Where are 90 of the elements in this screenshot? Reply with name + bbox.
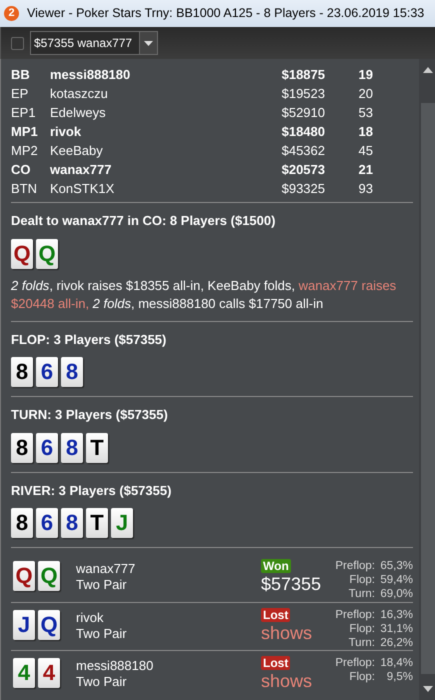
equity-label: Turn: — [348, 587, 375, 601]
player-stack: $18875 — [280, 66, 325, 84]
playing-card: 8 — [61, 508, 83, 538]
playing-card: Q — [38, 610, 60, 640]
hand-rank: Two Pair — [76, 674, 128, 690]
playing-card: Q — [36, 238, 58, 268]
scroll-down-icon[interactable] — [423, 686, 433, 692]
player-position: MP1 — [11, 122, 39, 141]
player-bb: 93 — [358, 180, 373, 198]
equity-value: 9,5% — [386, 670, 413, 684]
player-position: EP — [11, 84, 30, 103]
equity-label: Turn: — [348, 636, 375, 650]
playing-card: T — [86, 432, 108, 462]
street-title: Dealt to wanax777 in CO: 8 Players ($1500) — [11, 212, 276, 230]
playing-card: 4 — [13, 658, 35, 688]
player-position: CO — [11, 160, 32, 179]
street-title: RIVER: 3 Players ($57355) — [11, 482, 172, 500]
player-name: rivok — [50, 122, 82, 141]
playing-card: Q — [38, 561, 60, 591]
player-position: BTN — [11, 180, 38, 198]
playing-card: Q — [11, 238, 33, 268]
playing-card: Q — [13, 561, 35, 591]
playing-card: 8 — [11, 508, 33, 538]
app-badge: 2 — [4, 6, 19, 21]
equity-label: Flop: — [348, 622, 375, 636]
player-stack: $45362 — [280, 142, 325, 160]
result-badge: Won — [261, 559, 291, 573]
player-stack: $20573 — [280, 160, 325, 179]
player-bb: 53 — [358, 104, 373, 122]
equity-label: Flop: — [348, 573, 375, 587]
playing-card: 4 — [38, 658, 60, 688]
playing-card: 8 — [61, 432, 83, 462]
equity-label: Preflop: — [334, 559, 375, 573]
playing-card: T — [86, 508, 108, 538]
player-name: rivok — [76, 610, 104, 626]
player-name: KonSTK1X — [50, 180, 116, 198]
result-amount: shows — [261, 670, 312, 692]
result-amount: $57355 — [261, 573, 322, 595]
result-amount: shows — [261, 622, 312, 644]
equity-value: 31,1% — [379, 622, 413, 636]
playing-card: 8 — [11, 432, 33, 462]
hand-rank: Two Pair — [76, 626, 128, 642]
action-summary: 2 folds, rivok raises $18355 all-in, KeeBaby folds, wanax777 raises $20448 all-in, 2 folds, messi888180 calls $17750 all-in — [11, 276, 398, 312]
player-name: KeeBaby — [50, 142, 104, 160]
street-title: FLOP: 3 Players ($57355) — [11, 330, 168, 349]
equity-value: 69,0% — [379, 587, 413, 601]
player-name: wanax777 — [76, 561, 136, 577]
equity-value: 18,4% — [379, 656, 413, 670]
player-bb: 18 — [358, 122, 373, 141]
player-name: Edelweys — [50, 104, 107, 122]
player-position: EP1 — [11, 104, 37, 122]
playing-card: J — [13, 610, 35, 640]
player-name: messi888180 — [50, 66, 132, 84]
equity-label: Preflop: — [334, 656, 375, 670]
player-position: MP2 — [11, 142, 39, 160]
result-badge: Lost — [261, 608, 290, 622]
player-bb: 19 — [358, 66, 373, 84]
dropdown-caret-icon — [144, 40, 153, 46]
player-bb: 20 — [358, 84, 373, 103]
equity-value: 26,2% — [379, 636, 413, 650]
playing-card: 6 — [36, 508, 58, 538]
player-name: kotaszczu — [50, 84, 109, 103]
equity-value: 65,3% — [379, 559, 413, 573]
scrollbar[interactable] — [419, 59, 435, 700]
checkbox[interactable] — [11, 36, 24, 50]
playing-card: 8 — [11, 357, 33, 387]
equity-value: 16,3% — [379, 608, 413, 622]
player-bb: 45 — [358, 142, 373, 160]
equity-value: 59,4% — [379, 573, 413, 587]
hand-dropdown[interactable]: $57355 wanax777 — [30, 31, 158, 55]
playing-card: 8 — [61, 357, 83, 387]
equity-label: Flop: — [348, 670, 375, 684]
player-name: wanax777 — [50, 160, 112, 179]
equity-label: Preflop: — [334, 608, 375, 622]
scroll-up-icon[interactable] — [423, 67, 433, 73]
player-position: BB — [11, 66, 31, 84]
playing-card: 6 — [36, 357, 58, 387]
street-title: TURN: 3 Players ($57355) — [11, 406, 169, 424]
scroll-thumb[interactable] — [421, 103, 435, 674]
player-stack: $18480 — [280, 122, 325, 141]
window-title: Viewer - Poker Stars Trny: BB1000 A125 - 8 Players - 23.06.2019 15:33 — [27, 5, 424, 22]
player-name: messi888180 — [76, 658, 154, 674]
playing-card: 6 — [36, 432, 58, 462]
player-bb: 21 — [358, 160, 373, 179]
playing-card: J — [111, 508, 133, 538]
player-stack: $52910 — [280, 104, 325, 122]
player-stack: $93325 — [280, 180, 325, 198]
result-badge: Lost — [261, 656, 290, 670]
hand-rank: Two Pair — [76, 577, 128, 593]
player-stack: $19523 — [280, 84, 325, 103]
